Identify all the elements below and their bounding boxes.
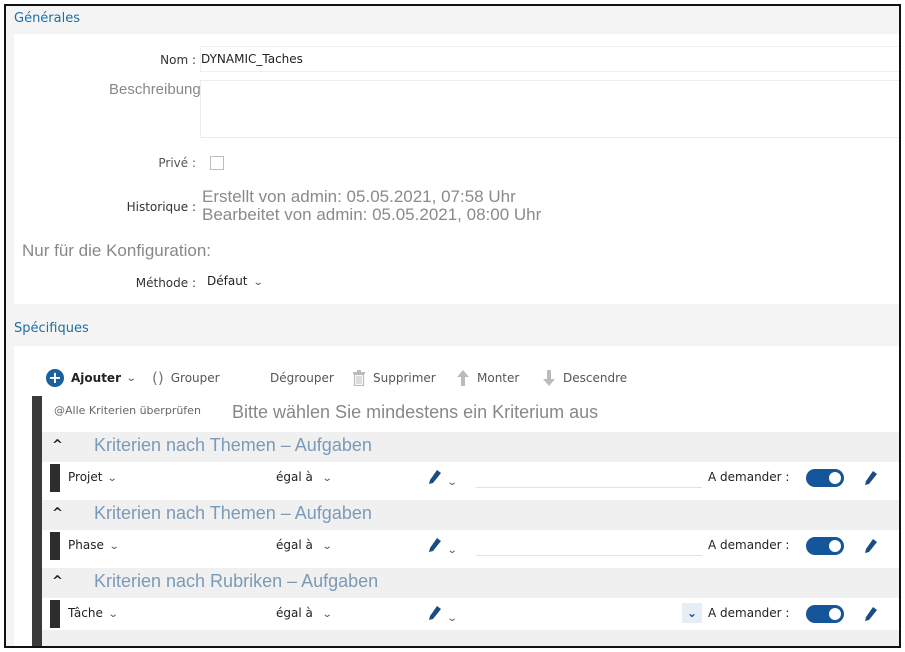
parentheses-icon: (): [152, 369, 164, 387]
move-down-button[interactable]: Descendre: [542, 368, 627, 388]
ungroup-button[interactable]: Dégrouper: [270, 368, 334, 388]
history-label: Historique :: [126, 200, 196, 214]
caret-up-icon[interactable]: ^: [52, 506, 63, 521]
arrow-down-icon: [543, 370, 555, 386]
row-marker: [50, 532, 60, 560]
caret-up-icon[interactable]: ^: [52, 574, 63, 589]
criteria-hint: Bitte wählen Sie mindestens ein Kriteriu…: [232, 402, 599, 422]
plus-icon: +: [46, 369, 64, 387]
chevron-down-icon: ⌄: [446, 477, 458, 488]
history-created: Erstellt von admin: 05.05.2021, 07:58 Uh…: [202, 187, 516, 206]
chevron-down-icon[interactable]: ⌄: [682, 603, 702, 623]
criteria-group-header[interactable]: ^ Kriterien nach Rubriken – Aufgaben: [42, 568, 899, 598]
chevron-down-icon: ⌄: [107, 473, 119, 484]
pencil-icon[interactable]: [864, 538, 878, 554]
config-note: Nur für die Konfiguration:: [22, 241, 211, 260]
criteria-group-title: Kriterien nach Rubriken – Aufgaben: [94, 571, 379, 591]
ask-label: A demander :: [708, 606, 790, 620]
pencil-icon: [429, 538, 441, 552]
name-value: DYNAMIC_Taches: [201, 52, 303, 66]
ask-label: A demander :: [708, 470, 790, 484]
value-mode-select[interactable]: ⌄: [428, 605, 458, 625]
chevron-down-icon: ⌄: [321, 473, 333, 484]
value-input[interactable]: [476, 534, 702, 556]
check-all-link[interactable]: @Alle Kriterien überprüfen: [54, 404, 201, 417]
criteria-group-title: Kriterien nach Themen – Aufgaben: [94, 435, 372, 455]
ask-toggle[interactable]: [806, 605, 844, 623]
field-select[interactable]: Phase ⌄: [68, 538, 120, 552]
arrow-up-icon: [457, 370, 469, 386]
ask-toggle[interactable]: [806, 537, 844, 555]
pencil-icon: [429, 606, 441, 620]
specific-section-title: Spécifiques: [14, 321, 89, 336]
field-select[interactable]: Projet ⌄: [68, 470, 119, 484]
criteria-group-header[interactable]: ^ Kriterien nach Themen – Aufgaben: [42, 500, 899, 530]
caret-up-icon[interactable]: ^: [52, 438, 63, 453]
method-label: Méthode :: [135, 276, 196, 290]
history-edited: Bearbeitet von admin: 05.05.2021, 08:00 …: [202, 205, 542, 224]
ask-label: A demander :: [708, 538, 790, 552]
chevron-down-icon: ⌄: [446, 613, 458, 624]
method-value: Défaut: [207, 274, 248, 288]
chevron-down-icon: ⌄: [252, 277, 264, 288]
specific-section-header[interactable]: Spécifiques: [6, 316, 899, 344]
chevron-down-icon: ⌄: [321, 609, 333, 620]
pencil-icon[interactable]: [864, 470, 878, 486]
name-field[interactable]: DYNAMIC_Taches: [200, 46, 899, 72]
name-label: Nom :: [160, 53, 196, 67]
pencil-icon: [429, 470, 441, 484]
general-panel: Nom : DYNAMIC_Taches Beschreibung: Privé…: [14, 34, 899, 304]
criterion-row: Tâche ⌄ égal à ⌄ ⌄ ⌄ A demander :: [42, 598, 899, 630]
chevron-down-icon: ⌄: [446, 545, 458, 556]
trash-icon: [353, 370, 365, 386]
method-select[interactable]: Défaut ⌄: [207, 274, 264, 288]
operator-select[interactable]: égal à ⌄: [276, 538, 333, 552]
chevron-down-icon: ⌄: [125, 372, 137, 384]
window-frame: Générales Nom : DYNAMIC_Taches Beschreib…: [4, 4, 901, 648]
chevron-down-icon: ⌄: [321, 541, 333, 552]
value-mode-select[interactable]: ⌄: [428, 537, 458, 557]
add-button[interactable]: + Ajouter ⌄: [46, 368, 137, 388]
value-input[interactable]: [476, 466, 702, 488]
delete-button[interactable]: Supprimer: [352, 368, 436, 388]
criterion-row: Projet ⌄ égal à ⌄ ⌄ A demander :: [42, 462, 899, 494]
private-label: Privé :: [158, 156, 196, 170]
value-mode-select[interactable]: ⌄: [428, 469, 458, 489]
chevron-down-icon: ⌄: [108, 541, 120, 552]
row-marker: [50, 464, 60, 492]
general-section-title: Générales: [14, 11, 81, 26]
field-select[interactable]: Tâche ⌄: [68, 606, 119, 620]
group-button[interactable]: () Grouper: [152, 368, 220, 388]
operator-select[interactable]: égal à ⌄: [276, 470, 333, 484]
criteria-footer: [42, 630, 899, 646]
description-textarea[interactable]: [200, 80, 899, 138]
criteria-group-header[interactable]: ^ Kriterien nach Themen – Aufgaben: [42, 432, 899, 462]
ask-toggle[interactable]: [806, 469, 844, 487]
general-section-header[interactable]: Générales: [6, 6, 899, 34]
criteria-tree: @Alle Kriterien überprüfen Bitte wählen …: [32, 396, 899, 646]
chevron-down-icon: ⌄: [107, 609, 119, 620]
pencil-icon[interactable]: [864, 606, 878, 622]
operator-select[interactable]: égal à ⌄: [276, 606, 333, 620]
criteria-group-title: Kriterien nach Themen – Aufgaben: [94, 503, 372, 523]
description-label: Beschreibung:: [109, 81, 205, 98]
criterion-row: Phase ⌄ égal à ⌄ ⌄ A demander :: [42, 530, 899, 562]
tree-root-bar: [32, 396, 42, 646]
criteria-header-row: @Alle Kriterien überprüfen Bitte wählen …: [42, 396, 899, 432]
move-up-button[interactable]: Monter: [456, 368, 519, 388]
row-marker: [50, 600, 60, 628]
private-checkbox[interactable]: [210, 156, 224, 170]
